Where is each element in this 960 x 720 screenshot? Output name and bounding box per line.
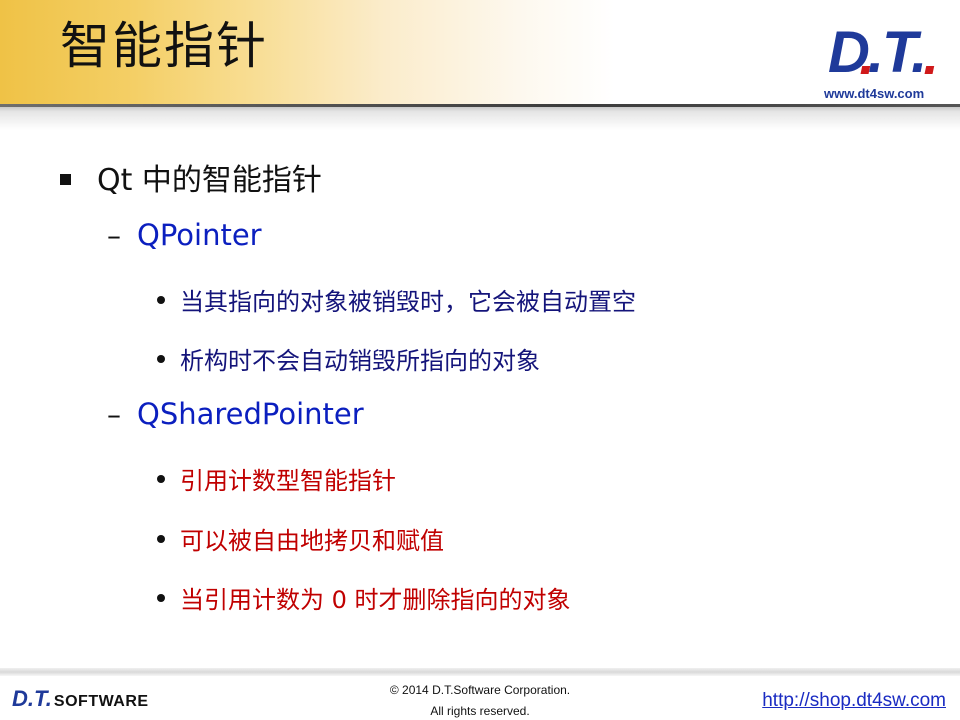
subbullet-text: QPointer [137, 218, 262, 252]
dot-bullet-icon [157, 593, 165, 602]
shop-link[interactable]: http://shop.dt4sw.com [762, 690, 946, 712]
subbullet-qsharedpointer: – QSharedPointer [107, 397, 364, 431]
bullet-qt-smart-pointers: Qt 中的智能指针 [60, 155, 322, 199]
item-text: 析构时不会自动销毁所指向的对象 [180, 347, 540, 375]
item-qsharedpointer-2: 可以被自由地拷贝和赋值 [157, 521, 444, 556]
item-text: 当其指向的对象被销毁时，它会被自动置空 [180, 288, 636, 316]
item-text: 当引用计数为 0 时才删除指向的对象 [180, 586, 571, 614]
item-qpointer-2: 析构时不会自动销毁所指向的对象 [157, 341, 540, 376]
item-qsharedpointer-3: 当引用计数为 0 时才删除指向的对象 [157, 580, 571, 615]
square-bullet-icon [60, 173, 71, 185]
footer-divider [0, 668, 960, 676]
item-text: 可以被自由地拷贝和赋值 [180, 527, 444, 555]
item-qsharedpointer-1: 引用计数型智能指针 [157, 461, 396, 496]
dot-bullet-icon [157, 534, 165, 543]
item-qpointer-1: 当其指向的对象被销毁时，它会被自动置空 [157, 282, 636, 317]
item-text: 引用计数型智能指针 [180, 467, 396, 495]
dash-bullet-icon: – [107, 218, 121, 252]
bullet-text: Qt 中的智能指针 [97, 163, 322, 198]
dot-bullet-icon [157, 354, 165, 363]
dot-bullet-icon [157, 474, 165, 483]
subbullet-qpointer: – QPointer [107, 218, 262, 252]
dash-bullet-icon: – [107, 397, 121, 431]
subbullet-text: QSharedPointer [137, 397, 364, 431]
slide-content: Qt 中的智能指针 – QPointer 当其指向的对象被销毁时，它会被自动置空… [0, 0, 960, 720]
dot-bullet-icon [157, 295, 165, 304]
